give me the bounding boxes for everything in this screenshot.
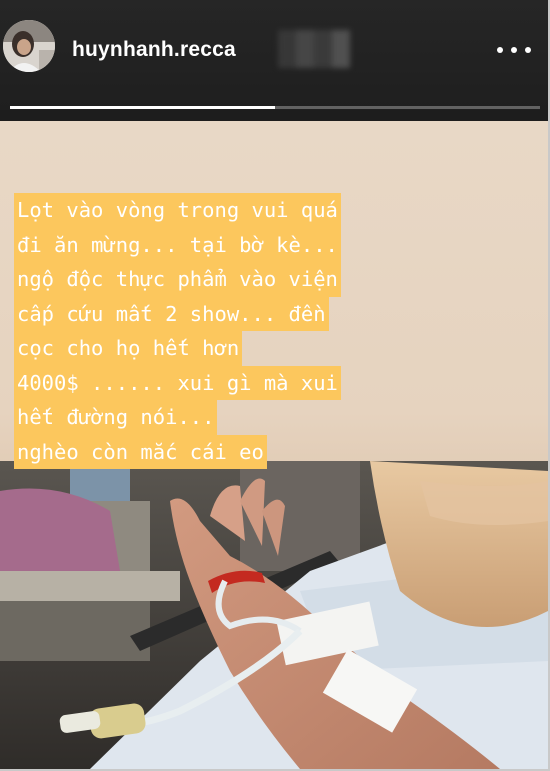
caption-line: cấp cứu mất 2 show... đền <box>14 296 329 331</box>
avatar-photo <box>3 20 55 72</box>
caption-line: cọc cho họ hết hơn <box>14 331 243 366</box>
dot <box>511 47 517 53</box>
story-caption: Lọt vào vòng trong vui quá đi ăn mừng...… <box>14 193 514 469</box>
caption-line: đi ăn mừng... tại bờ kè... <box>14 227 341 262</box>
caption-line: 4000$ ...... xui gì mà xui <box>14 365 341 400</box>
caption-line: nghèo còn mắc cái eo <box>14 434 267 469</box>
dot <box>497 47 503 53</box>
hospital-photo <box>0 461 548 769</box>
more-options-icon[interactable] <box>497 40 537 60</box>
story-content[interactable]: Lọt vào vòng trong vui quá đi ăn mừng...… <box>0 121 548 769</box>
story-viewer: huynhanh.recca Lọt vào vòng trong vui qu… <box>0 0 550 771</box>
caption-line: hết đường nói... <box>14 400 218 435</box>
username[interactable]: huynhanh.recca <box>72 38 236 62</box>
blurred-timestamp <box>278 30 350 68</box>
caption-line: ngộ độc thực phẩm vào viện <box>14 262 341 297</box>
caption-line: Lọt vào vòng trong vui quá <box>14 193 341 228</box>
story-progress-fill <box>10 106 275 109</box>
story-progress-bar <box>10 106 540 109</box>
dot <box>525 47 531 53</box>
profile-avatar[interactable] <box>3 20 55 72</box>
story-header: huynhanh.recca <box>0 0 548 110</box>
